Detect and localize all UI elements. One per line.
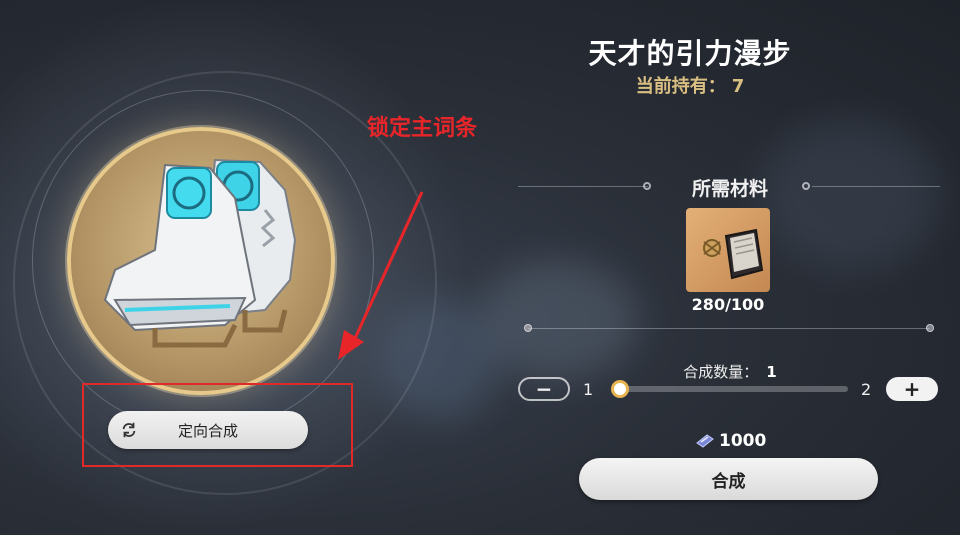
item-name: 天才的引力漫步	[588, 37, 792, 70]
divider-left	[518, 186, 648, 187]
divider-dot	[643, 182, 651, 190]
quantity-min: 1	[583, 380, 594, 399]
synthesize-label: 合成	[711, 471, 746, 492]
quantity-label: 合成数量：	[683, 363, 759, 381]
annotation-highlight-box	[82, 383, 353, 467]
divider-dot	[524, 324, 532, 332]
quantity-slider[interactable]	[620, 386, 848, 392]
decrease-quantity-button[interactable]: −	[518, 377, 570, 401]
materials-title: 所需材料	[691, 178, 768, 200]
background-bokeh	[480, 260, 640, 380]
cost-display: 1000	[695, 431, 815, 451]
divider-dot	[802, 182, 810, 190]
increase-quantity-button[interactable]: +	[886, 377, 938, 401]
holding-info: 当前持有： 7	[560, 72, 820, 98]
quantity-value: 1	[766, 363, 777, 381]
synthesize-button[interactable]: 合成	[579, 458, 878, 500]
quantity-max: 2	[861, 380, 872, 399]
holding-label: 当前持有：	[635, 76, 726, 97]
material-count: 280/100	[691, 295, 765, 314]
quantity-slider-thumb[interactable]	[611, 380, 629, 398]
material-card[interactable]	[686, 208, 770, 292]
holding-count: 7	[731, 76, 745, 97]
material-book-icon	[703, 228, 764, 280]
divider-right	[812, 186, 940, 187]
annotation-text: 锁定主词条	[367, 116, 478, 141]
gravity-skates-icon	[103, 158, 297, 348]
cost-amount: 1000	[719, 431, 767, 451]
annotation-arrow-icon	[338, 191, 424, 360]
divider-dot	[926, 324, 934, 332]
quantity-label-row: 合成数量： 1	[650, 361, 810, 382]
credit-icon	[696, 434, 714, 448]
section-divider	[528, 328, 930, 329]
